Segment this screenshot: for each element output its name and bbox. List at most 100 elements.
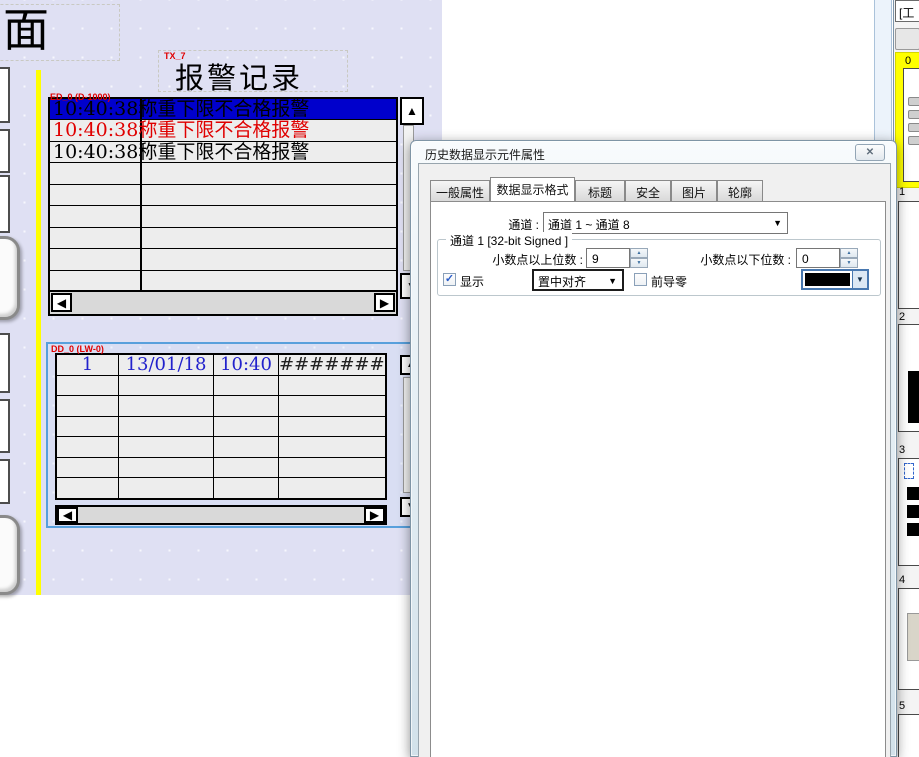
tab-general[interactable]: 一般属性	[430, 180, 490, 201]
edge-round-button[interactable]	[0, 236, 20, 320]
table-row	[57, 458, 385, 479]
digits-below-label: 小数点以下位数 :	[661, 251, 791, 268]
horizontal-scrollbar[interactable]: ◀ ▶	[50, 290, 396, 314]
table-row	[57, 417, 385, 438]
element-tag: DD_0 (LW-0)	[51, 345, 104, 354]
table-cell: 10:40	[214, 355, 279, 375]
leading-zero-checkbox[interactable]	[634, 273, 647, 286]
window-item-3[interactable]	[898, 458, 919, 566]
table-row	[57, 396, 385, 417]
panel-header[interactable]: [工	[895, 0, 919, 22]
digits-above-label: 小数点以上位数 :	[461, 251, 583, 268]
tab-page: 通道 : 通道 1 ~ 通道 8 ▼ 通道 1 [32-bit Signed ]…	[430, 201, 886, 757]
display-checkbox-label: 显示	[460, 273, 484, 290]
edge-button[interactable]	[0, 333, 10, 393]
table-cell: 13/01/18	[119, 355, 214, 375]
chevron-down-icon: ▼	[608, 276, 617, 286]
edge-button[interactable]	[0, 67, 10, 123]
scroll-left-icon: ◀	[57, 297, 66, 309]
window-number: 0	[905, 55, 911, 67]
window-item-2[interactable]	[898, 324, 919, 432]
display-checkbox[interactable]: ✓	[443, 273, 456, 286]
tab-caption[interactable]: 标题	[575, 180, 625, 201]
channel-label: 通道 :	[471, 216, 539, 233]
scroll-up-button[interactable]: ▲	[400, 97, 424, 125]
alarm-row[interactable]: 10:40:38称重下限不合格报警	[50, 142, 396, 163]
spin-down-button[interactable]: ▼	[840, 258, 858, 268]
tab-security[interactable]: 安全	[625, 180, 671, 201]
window-number: 5	[899, 700, 905, 712]
properties-dialog: 历史数据显示元件属性 ✕ 一般属性 数据显示格式 标题 安全 图片 轮廓 通道 …	[410, 140, 897, 757]
spin-down-icon: ▼	[847, 261, 852, 266]
alarm-rows: 10:40:38称重下限不合格报警 10:40:38称重下限不合格报警 10:4…	[50, 99, 396, 292]
design-canvas[interactable]: 面 TX_7 报警记录 ED_0 (D-1000) 10:40:38称重下限不合…	[0, 0, 442, 595]
edge-round-button[interactable]	[0, 515, 20, 595]
dialog-title: 历史数据显示元件属性	[425, 146, 545, 163]
alarm-row[interactable]: 10:40:38称重下限不合格报警	[50, 99, 396, 120]
window-item-0[interactable]: 0	[895, 52, 919, 188]
horizontal-scrollbar[interactable]: ◀ ▶	[55, 505, 387, 525]
align-combobox[interactable]: 置中对齐 ▼	[532, 269, 624, 291]
window-number: 4	[899, 574, 905, 586]
edge-button[interactable]	[0, 459, 10, 504]
digits-below-value[interactable]: 0	[796, 248, 840, 268]
spin-up-button[interactable]: ▲	[840, 248, 858, 258]
edge-button[interactable]	[0, 129, 10, 173]
spin-up-button[interactable]: ▲	[630, 248, 648, 258]
table-cell: 1	[57, 355, 119, 375]
scroll-right-button[interactable]: ▶	[374, 293, 395, 312]
table-row	[57, 478, 385, 498]
alarm-title-element[interactable]: TX_7 报警记录	[158, 50, 348, 92]
leading-zero-label: 前导零	[651, 273, 687, 290]
scroll-left-icon: ◀	[63, 509, 72, 521]
color-dropdown-button[interactable]: ▼	[852, 271, 867, 288]
digits-below-spinner[interactable]: 0 ▲ ▼	[796, 248, 858, 268]
alarm-row	[50, 185, 396, 206]
channel-value: 通道 1 ~ 通道 8	[548, 218, 630, 232]
digits-above-value[interactable]: 9	[586, 248, 630, 268]
tab-profile[interactable]: 轮廓	[717, 180, 763, 201]
window-number: 2	[899, 311, 905, 323]
app-screen: 面 TX_7 报警记录 ED_0 (D-1000) 10:40:38称重下限不合…	[0, 0, 919, 757]
scroll-right-icon: ▶	[370, 509, 379, 521]
color-picker[interactable]: ▼	[801, 269, 869, 290]
spin-up-icon: ▲	[847, 251, 852, 256]
window-number: 1	[899, 186, 905, 198]
window-thumbnail[interactable]	[903, 68, 919, 182]
edge-button[interactable]	[0, 175, 10, 233]
alarm-row	[50, 271, 396, 292]
panel-toolbar-box[interactable]	[895, 28, 919, 50]
scroll-right-button[interactable]: ▶	[364, 507, 385, 523]
partial-title-text: 面	[3, 5, 119, 55]
tab-picture[interactable]: 图片	[671, 180, 717, 201]
scroll-left-button[interactable]: ◀	[51, 293, 72, 312]
scroll-left-button[interactable]: ◀	[57, 507, 78, 523]
window-number: 3	[899, 444, 905, 456]
window-item-1[interactable]	[898, 201, 919, 309]
table-row	[57, 376, 385, 397]
alarm-row	[50, 206, 396, 227]
spin-down-button[interactable]: ▼	[630, 258, 648, 268]
digits-above-spinner[interactable]: 9 ▲ ▼	[586, 248, 648, 268]
element-tag: ED_0 (D-1000)	[50, 93, 111, 102]
spin-up-icon: ▲	[637, 251, 642, 256]
text-element-box[interactable]: 面	[0, 4, 120, 61]
alarm-row	[50, 163, 396, 184]
channel-combobox[interactable]: 通道 1 ~ 通道 8 ▼	[543, 212, 788, 234]
dialog-body: 一般属性 数据显示格式 标题 安全 图片 轮廓 通道 : 通道 1 ~ 通道 8…	[418, 163, 891, 757]
history-data-display-element[interactable]: DD_0 (LW-0) 1 13/01/18 10:40 ########## …	[46, 342, 423, 528]
chevron-down-icon: ▼	[773, 218, 782, 228]
alarm-row	[50, 228, 396, 249]
edge-button[interactable]	[0, 399, 10, 453]
chevron-down-icon: ▼	[856, 275, 864, 284]
tab-data-format[interactable]: 数据显示格式	[490, 177, 575, 201]
yellow-guide-line	[36, 70, 41, 595]
event-display-element[interactable]: 10:40:38称重下限不合格报警 10:40:38称重下限不合格报警 10:4…	[48, 97, 398, 316]
alarm-title-text: 报警记录	[175, 55, 303, 97]
alarm-row[interactable]: 10:40:38称重下限不合格报警	[50, 120, 396, 141]
window-item-4[interactable]	[898, 588, 919, 690]
spin-down-icon: ▼	[637, 261, 642, 266]
close-button[interactable]: ✕	[855, 144, 885, 161]
window-item-5[interactable]	[898, 714, 919, 757]
close-icon: ✕	[866, 147, 874, 158]
